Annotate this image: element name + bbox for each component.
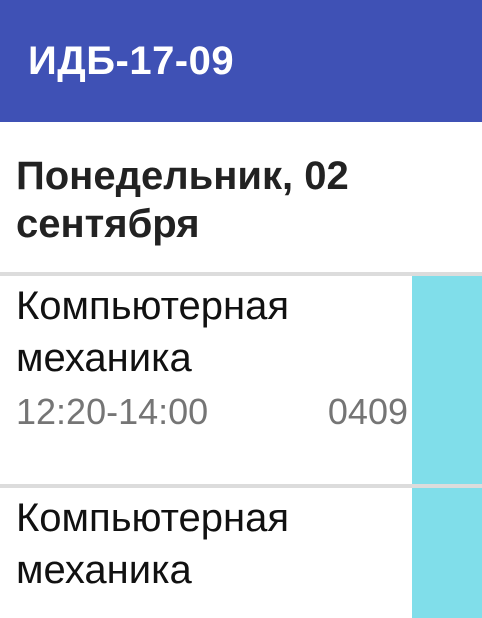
lesson-name: Компьютерная механика xyxy=(16,284,290,380)
lesson-color-marker xyxy=(412,488,482,618)
lesson-meta: 12:20-14:00 0409 xyxy=(16,390,408,434)
lesson-body: Компьютерная механика 12:20-14:00 0409 xyxy=(16,276,408,434)
lesson-item[interactable]: Компьютерная механика 12:20-14:00 0409 xyxy=(0,276,482,484)
lesson-color-marker xyxy=(412,276,482,484)
app-bar: ИДБ-17-09 xyxy=(0,0,482,122)
lesson-body: Компьютерная механика xyxy=(16,488,408,596)
lesson-name: Компьютерная механика xyxy=(16,496,290,592)
lesson-room: 0409 xyxy=(327,391,408,432)
day-header: Понедельник, 02 сентября xyxy=(0,122,482,272)
app-title: ИДБ-17-09 xyxy=(28,38,235,83)
day-title: Понедельник, 02 сентября xyxy=(16,154,349,246)
lesson-time: 12:20-14:00 xyxy=(16,391,209,432)
lesson-item[interactable]: Компьютерная механика xyxy=(0,488,482,618)
